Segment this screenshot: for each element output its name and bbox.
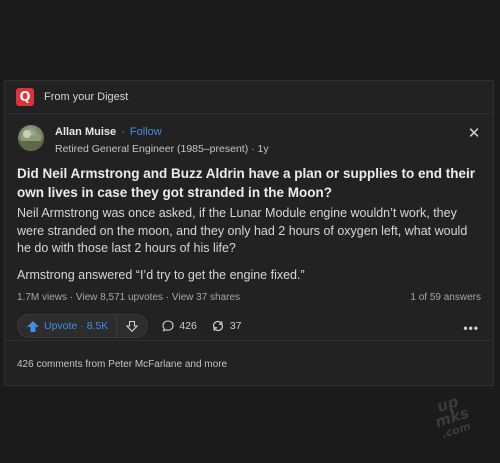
- action-bar: Upvote · 8.5K 426 37: [17, 314, 242, 338]
- comment-icon: [162, 320, 174, 332]
- upvote-count: · 8.5K: [80, 320, 109, 332]
- share-count: 37: [229, 320, 242, 332]
- upvote-arrow-icon: [27, 320, 39, 332]
- comments-summary-row[interactable]: 426 comments from Peter McFarlane and mo…: [5, 340, 493, 386]
- author-credential: Retired General Engineer (1985–present) …: [55, 143, 269, 155]
- answers-count[interactable]: 1 of 59 answers: [410, 292, 481, 303]
- share-button[interactable]: 37: [211, 320, 242, 332]
- close-icon[interactable]: ✕: [467, 126, 481, 141]
- downvote-arrow-icon: [126, 320, 139, 332]
- avatar[interactable]: [18, 125, 44, 151]
- separator-dot: ·: [121, 126, 125, 138]
- answer-paragraph: Armstrong answered “I’d try to get the e…: [17, 268, 305, 282]
- downvote-button[interactable]: [117, 315, 147, 337]
- answer-card: Q From your Digest Allan Muise · Follow …: [4, 80, 494, 386]
- comments-summary[interactable]: 426 comments from Peter McFarlane and mo…: [17, 359, 227, 370]
- quora-logo-icon: Q: [16, 88, 34, 106]
- digest-header: Q From your Digest: [5, 81, 493, 114]
- author-name[interactable]: Allan Muise: [55, 126, 116, 138]
- digest-label: From your Digest: [44, 91, 129, 103]
- avatar-image-icon: [18, 130, 44, 151]
- vote-pill: Upvote · 8.5K: [17, 314, 149, 338]
- answer-stats[interactable]: 1.7M views · View 8,571 upvotes · View 3…: [17, 292, 240, 303]
- question-title[interactable]: Did Neil Armstrong and Buzz Aldrin have …: [17, 164, 482, 202]
- upvote-button[interactable]: Upvote · 8.5K: [18, 315, 118, 337]
- answer-paragraph: Neil Armstrong was once asked, if the Lu…: [17, 206, 468, 255]
- watermark-logo: up mks .com: [432, 392, 473, 442]
- more-options-icon[interactable]: •••: [463, 321, 479, 335]
- author-line: Allan Muise · Follow: [55, 126, 162, 138]
- upvote-label: Upvote: [44, 320, 78, 332]
- reshare-icon: [212, 320, 223, 332]
- comment-button[interactable]: 426: [162, 320, 197, 332]
- follow-button[interactable]: Follow: [130, 126, 162, 138]
- comment-count: 426: [179, 320, 197, 332]
